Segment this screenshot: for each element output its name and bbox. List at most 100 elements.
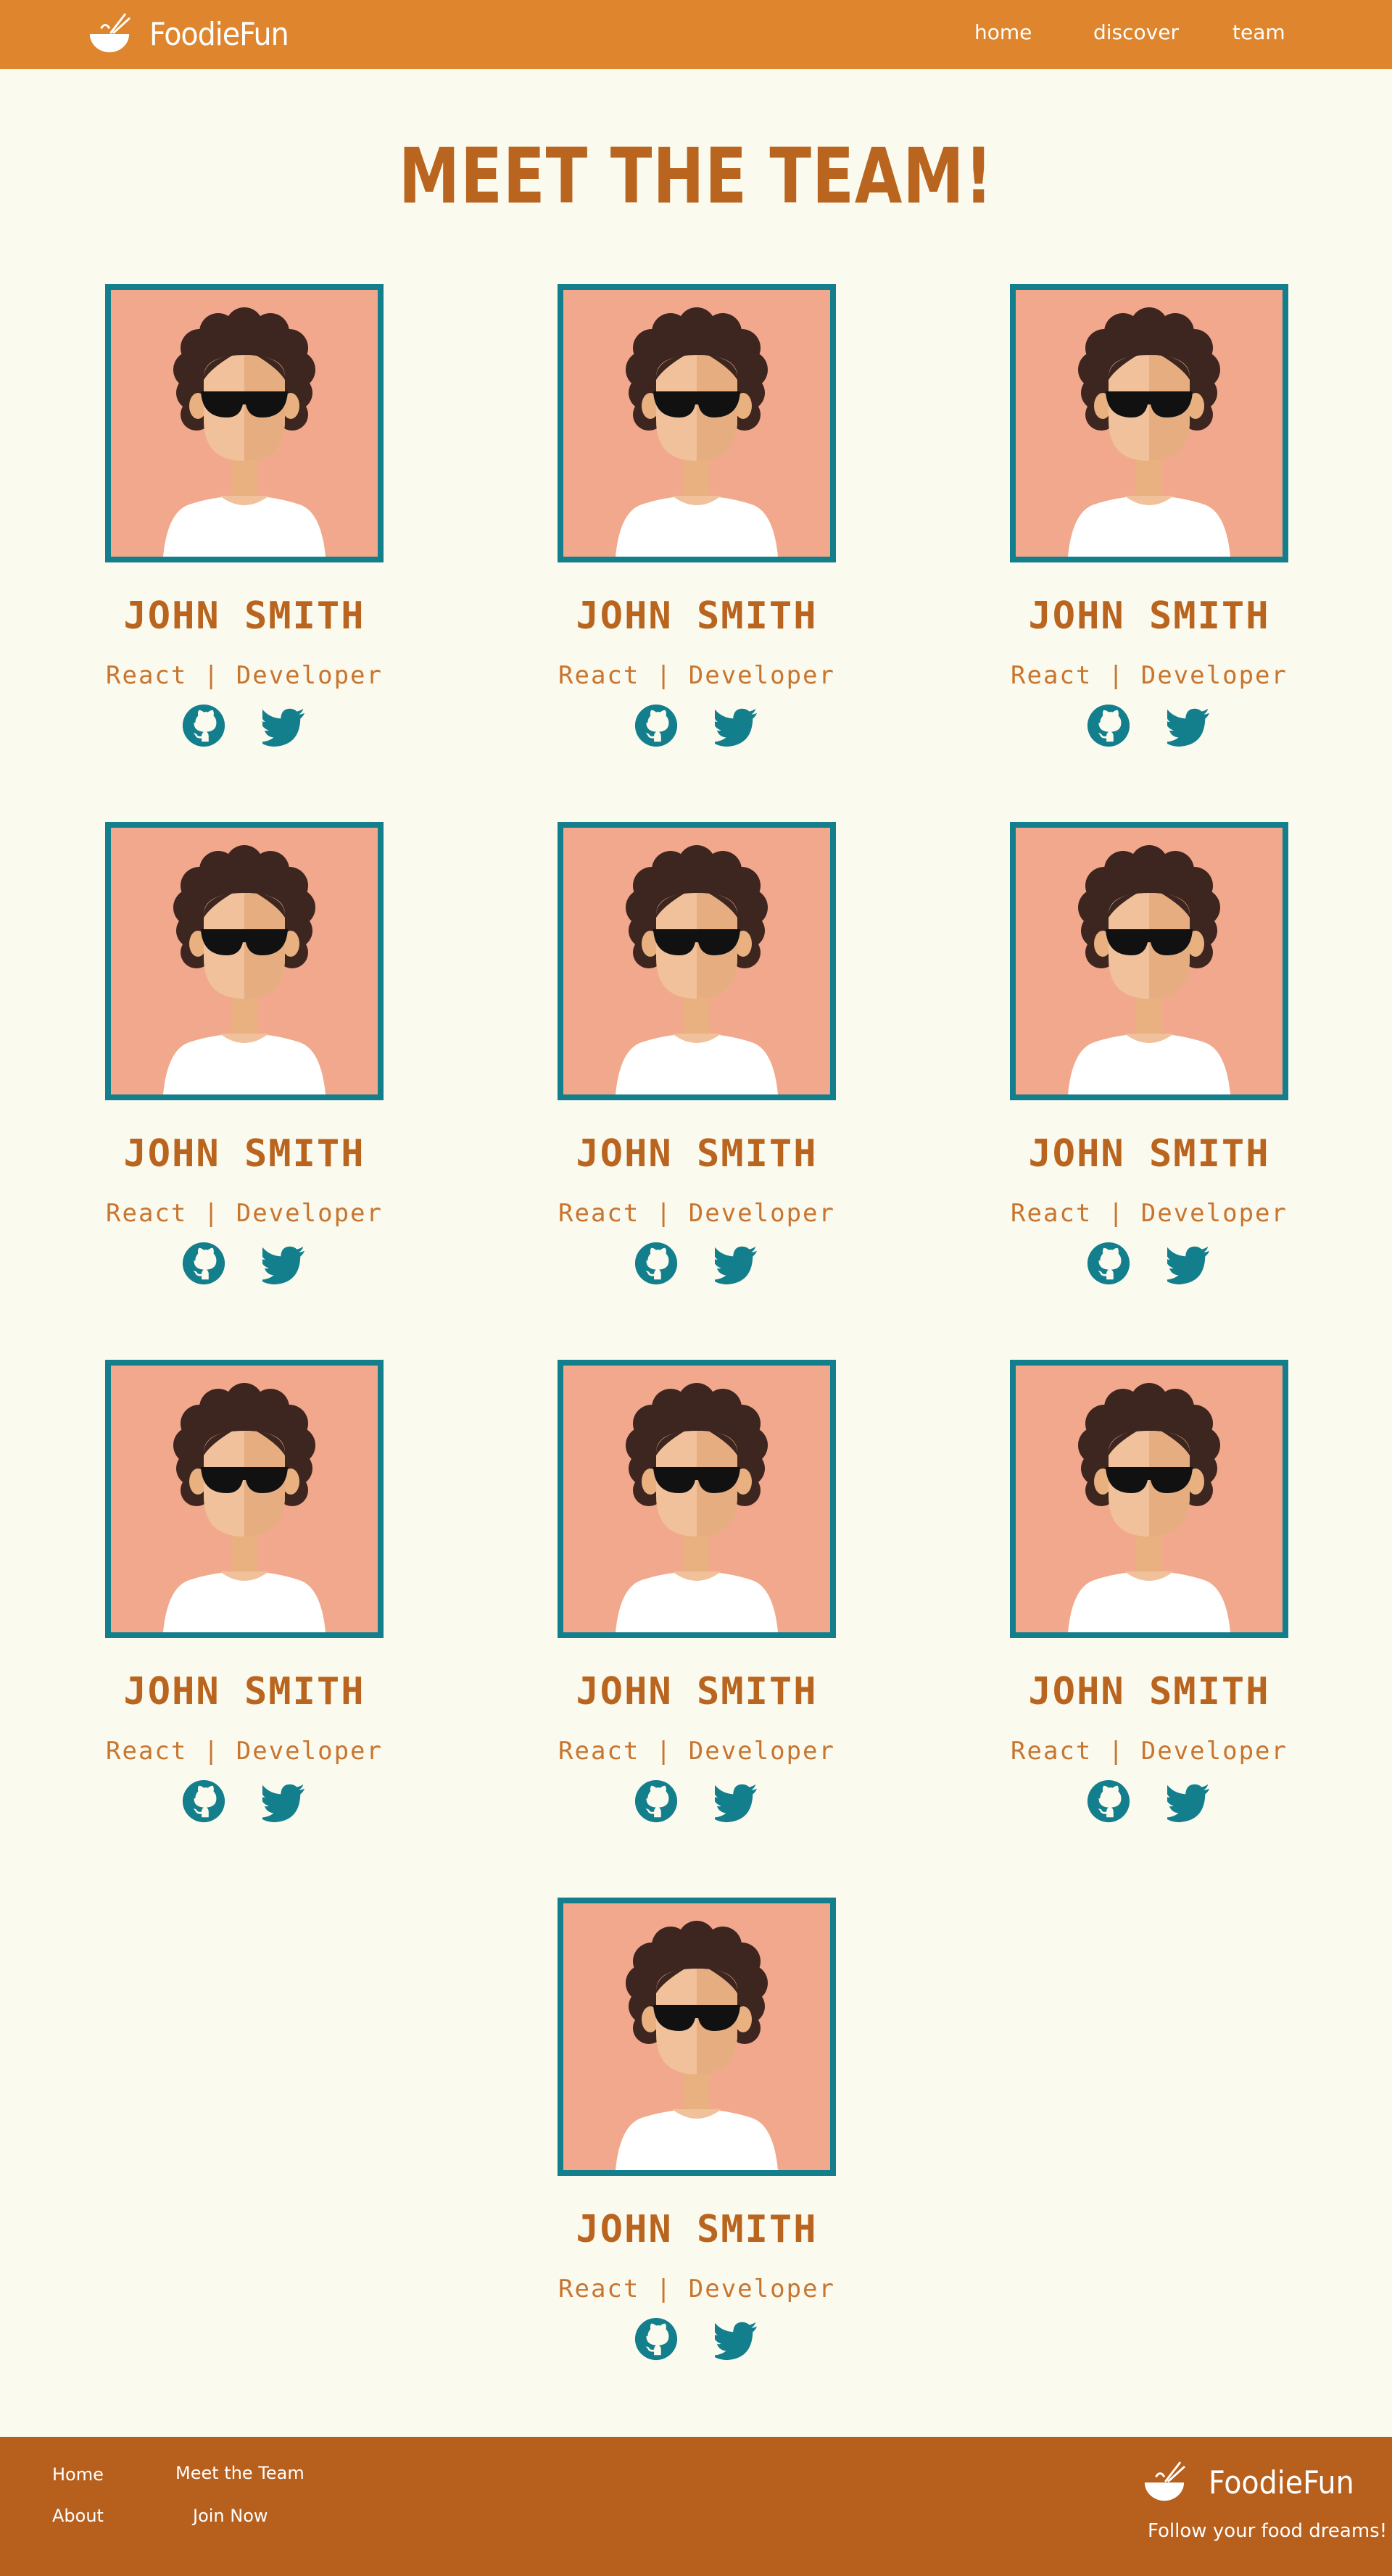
github-icon — [1087, 1779, 1130, 1823]
brand-name: FoodieFun — [149, 15, 289, 53]
page-title: MEET THE TEAM! — [398, 133, 994, 222]
twitter-icon — [715, 1246, 758, 1285]
nav-home-link[interactable]: home — [974, 20, 1032, 44]
member-social-links — [503, 1779, 890, 1825]
twitter-icon — [1167, 708, 1210, 747]
twitter-link[interactable] — [262, 703, 307, 748]
top-navbar: FoodieFun home discover team — [0, 0, 1392, 69]
avatar-illustration — [1016, 1366, 1283, 1632]
github-link[interactable] — [634, 1779, 679, 1824]
github-icon — [1087, 1242, 1130, 1285]
twitter-link[interactable] — [715, 2317, 760, 2361]
github-icon — [182, 1779, 225, 1823]
team-member-card: JOHN SMITH React | Developer — [503, 1360, 890, 1867]
github-link[interactable] — [181, 703, 226, 748]
member-name: JOHN SMITH — [1028, 594, 1270, 638]
member-name: JOHN SMITH — [576, 2208, 818, 2251]
member-social-links — [956, 1241, 1343, 1287]
github-icon — [634, 704, 678, 747]
github-link[interactable] — [181, 1241, 226, 1286]
twitter-icon — [262, 1784, 305, 1823]
member-name: JOHN SMITH — [123, 1670, 365, 1713]
member-avatar — [558, 822, 836, 1100]
twitter-link[interactable] — [1167, 703, 1212, 748]
github-link[interactable] — [634, 2317, 679, 2361]
member-avatar — [1010, 284, 1288, 562]
twitter-link[interactable] — [1167, 1241, 1212, 1286]
member-role: React | Developer — [106, 661, 383, 690]
ramen-bowl-icon — [1144, 2461, 1185, 2501]
member-avatar — [1010, 1360, 1288, 1638]
footer-home-link[interactable]: Home — [52, 2464, 104, 2485]
github-link[interactable] — [181, 1779, 226, 1824]
member-social-links — [503, 1241, 890, 1287]
member-role: React | Developer — [1011, 661, 1288, 690]
avatar-illustration — [1016, 828, 1283, 1094]
github-icon — [634, 1242, 678, 1285]
avatar-illustration — [111, 828, 378, 1094]
github-icon — [1087, 704, 1130, 747]
nav-team-link[interactable]: team — [1232, 20, 1285, 44]
twitter-link[interactable] — [715, 703, 760, 748]
avatar-illustration — [1016, 290, 1283, 557]
twitter-link[interactable] — [715, 1241, 760, 1286]
avatar-illustration — [563, 1903, 830, 2170]
footer-meet-the-team-link[interactable]: Meet the Team — [175, 2463, 304, 2483]
nav-discover-link[interactable]: discover — [1093, 20, 1179, 44]
footer-brand-name: FoodieFun — [1209, 2464, 1354, 2501]
member-social-links — [51, 703, 438, 749]
twitter-icon — [1167, 1784, 1210, 1823]
twitter-icon — [1167, 1246, 1210, 1285]
github-link[interactable] — [634, 1241, 679, 1286]
member-name: JOHN SMITH — [123, 1132, 365, 1176]
member-social-links — [503, 703, 890, 749]
github-icon — [182, 704, 225, 747]
member-role: React | Developer — [558, 661, 835, 690]
footer-tagline: Follow your food dreams! — [1148, 2520, 1388, 2542]
member-avatar — [558, 284, 836, 562]
twitter-link[interactable] — [715, 1779, 760, 1824]
member-name: JOHN SMITH — [1028, 1132, 1270, 1176]
member-avatar — [105, 822, 384, 1100]
team-member-card: JOHN SMITH React | Developer — [503, 284, 890, 792]
member-name: JOHN SMITH — [123, 594, 365, 638]
team-member-card: JOHN SMITH React | Developer — [956, 284, 1343, 792]
member-social-links — [503, 2317, 890, 2363]
github-link[interactable] — [1086, 1241, 1131, 1286]
twitter-icon — [715, 708, 758, 747]
twitter-link[interactable] — [1167, 1779, 1212, 1824]
member-avatar — [1010, 822, 1288, 1100]
member-avatar — [558, 1898, 836, 2176]
team-member-card: JOHN SMITH React | Developer — [503, 1898, 890, 2405]
member-role: React | Developer — [558, 2274, 835, 2303]
footer-about-link[interactable]: About — [52, 2506, 104, 2526]
avatar-illustration — [563, 828, 830, 1094]
avatar-illustration — [111, 1366, 378, 1632]
footer: Home Meet the Team About Join Now Foodie… — [0, 2437, 1392, 2576]
brand-logo-link[interactable]: FoodieFun — [87, 9, 289, 59]
twitter-icon — [715, 2322, 758, 2361]
twitter-link[interactable] — [262, 1241, 307, 1286]
twitter-icon — [262, 708, 305, 747]
member-avatar — [558, 1360, 836, 1638]
github-link[interactable] — [634, 703, 679, 748]
member-avatar — [105, 284, 384, 562]
team-member-card: JOHN SMITH React | Developer — [51, 1360, 438, 1867]
member-name: JOHN SMITH — [576, 594, 818, 638]
member-role: React | Developer — [558, 1737, 835, 1766]
twitter-icon — [262, 1246, 305, 1285]
footer-join-now-link[interactable]: Join Now — [193, 2506, 268, 2526]
team-member-card: JOHN SMITH React | Developer — [956, 822, 1343, 1329]
member-role: React | Developer — [1011, 1737, 1288, 1766]
avatar-illustration — [563, 1366, 830, 1632]
team-member-card: JOHN SMITH React | Developer — [956, 1360, 1343, 1867]
team-member-card: JOHN SMITH React | Developer — [503, 822, 890, 1329]
github-icon — [182, 1242, 225, 1285]
member-role: React | Developer — [106, 1199, 383, 1228]
github-link[interactable] — [1086, 703, 1131, 748]
twitter-link[interactable] — [262, 1779, 307, 1824]
member-social-links — [956, 703, 1343, 749]
footer-brand: FoodieFun — [1142, 2460, 1354, 2505]
avatar-illustration — [111, 290, 378, 557]
github-link[interactable] — [1086, 1779, 1131, 1824]
